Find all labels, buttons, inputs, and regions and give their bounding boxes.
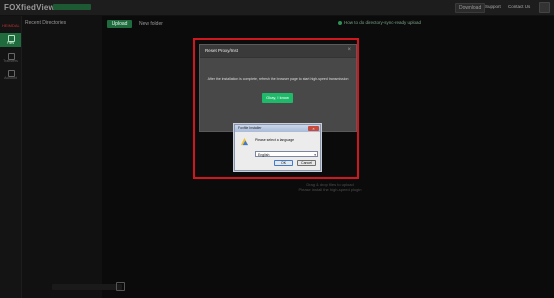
language-select[interactable]: English ▾ (255, 151, 318, 157)
installer-logo-icon (240, 137, 249, 146)
sidebar: HEIMDAL Files Transfers Account (0, 16, 22, 298)
close-icon[interactable]: × (308, 126, 319, 131)
ok-button[interactable]: OK (274, 160, 293, 166)
sidebar-item-label: Account (4, 76, 17, 80)
plugin-hint: Please install the high-speed plugin (298, 187, 362, 192)
side-brand: HEIMDAL (2, 23, 20, 28)
panel-title: Recent Directories (25, 20, 67, 26)
avatar[interactable] (539, 2, 550, 13)
search-icon[interactable] (116, 282, 125, 291)
upload-hint-link[interactable]: How to do directory-sync-ready upload (338, 20, 421, 25)
directory-panel: Recent Directories (22, 16, 125, 298)
support-link[interactable]: Support (485, 4, 501, 9)
cancel-button[interactable]: Cancel (297, 160, 316, 166)
sidebar-item-account[interactable]: Account (0, 68, 21, 82)
sidebar-item-label: Transfers (3, 59, 18, 63)
top-bar: FOXfiedViewPro Download Support Contact … (0, 0, 554, 16)
info-icon (338, 20, 342, 25)
logo-badge (53, 4, 91, 10)
sidebar-item-label: Files (6, 41, 15, 45)
dialog-title: Foxfile Installer (238, 126, 262, 130)
upload-button[interactable]: Upload (107, 20, 132, 28)
hint-text: How to do directory-sync-ready upload (344, 20, 422, 25)
selected-language: English (258, 152, 270, 157)
new-folder-button[interactable]: New folder (139, 20, 163, 28)
sidebar-item-files[interactable]: Files (0, 33, 21, 47)
language-dialog: Foxfile Installer × Please select a lang… (234, 124, 321, 171)
panel-search-input[interactable] (52, 284, 122, 290)
dialog-prompt: Please select a language (255, 138, 295, 142)
download-button[interactable]: Download (455, 3, 486, 13)
contact-link[interactable]: Contact Us (508, 4, 530, 9)
dialog-titlebar: Foxfile Installer × (235, 125, 320, 132)
chevron-down-icon: ▾ (314, 152, 316, 157)
sidebar-item-transfers[interactable]: Transfers (0, 51, 21, 65)
